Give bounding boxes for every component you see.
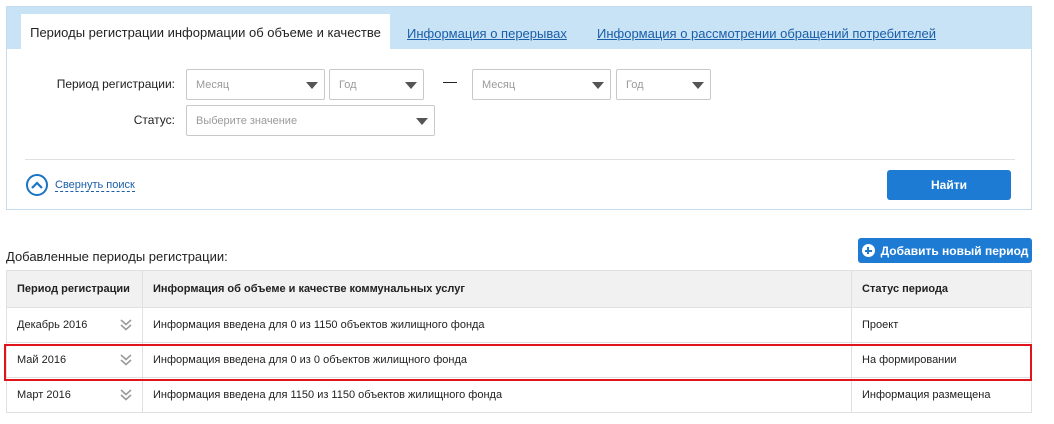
year-to-placeholder: Год xyxy=(626,78,644,91)
status-label: Статус: xyxy=(133,113,175,127)
table-row[interactable]: Май 2016 Информация введена для 0 из 0 о… xyxy=(7,342,1031,377)
year-from-placeholder: Год xyxy=(339,78,357,91)
row-status: Информация размещена xyxy=(851,378,1031,412)
chevron-down-icon xyxy=(692,82,704,89)
month-from-select[interactable]: Месяц xyxy=(186,69,325,100)
chevron-down-icon xyxy=(592,82,604,89)
row-info: Информация введена для 0 из 0 объектов ж… xyxy=(142,343,851,377)
double-chevron-down-icon[interactable] xyxy=(119,388,133,402)
periods-table: Период регистрации Информация об объеме … xyxy=(6,270,1032,413)
chevron-up-icon[interactable] xyxy=(26,174,48,196)
header-period: Период регистрации xyxy=(17,283,130,295)
status-select[interactable]: Выберите значение xyxy=(186,105,435,136)
status-placeholder: Выберите значение xyxy=(196,114,298,127)
year-to-select[interactable]: Год xyxy=(616,69,711,100)
header-status: Статус периода xyxy=(851,271,1031,307)
range-dash xyxy=(443,82,457,83)
period-label: Период регистрации: xyxy=(56,77,175,91)
row-info: Информация введена для 1150 из 1150 объе… xyxy=(142,378,851,412)
tab-interruptions[interactable]: Информация о перерывах xyxy=(407,26,567,41)
table-row[interactable]: Март 2016 Информация введена для 1150 из… xyxy=(7,377,1031,412)
row-status: Проект xyxy=(851,308,1031,342)
table-header: Период регистрации Информация об объеме … xyxy=(7,271,1031,307)
add-period-button[interactable]: Добавить новый период xyxy=(858,238,1032,263)
search-panel: Периоды регистрации информации об объеме… xyxy=(6,6,1032,210)
tab-consumer-appeals[interactable]: Информация о рассмотрении обращений потр… xyxy=(597,26,936,41)
tab-bar: Периоды регистрации информации об объеме… xyxy=(7,7,1031,50)
double-chevron-down-icon[interactable] xyxy=(119,318,133,332)
plus-icon xyxy=(861,244,875,257)
month-to-select[interactable]: Месяц xyxy=(472,69,611,100)
divider xyxy=(25,159,1015,160)
collapse-search-link[interactable]: Свернуть поиск xyxy=(55,179,135,192)
double-chevron-down-icon[interactable] xyxy=(119,353,133,367)
chevron-down-icon xyxy=(405,82,417,89)
month-to-placeholder: Месяц xyxy=(482,78,516,91)
find-button[interactable]: Найти xyxy=(887,170,1011,200)
tab-registration-periods[interactable]: Периоды регистрации информации об объеме… xyxy=(21,14,390,50)
row-status: На формировании xyxy=(851,343,1031,377)
header-info: Информация об объеме и качестве коммунал… xyxy=(142,271,851,307)
table-row[interactable]: Декабрь 2016 Информация введена для 0 из… xyxy=(7,307,1031,342)
row-info: Информация введена для 0 из 1150 объекто… xyxy=(142,308,851,342)
add-period-label: Добавить новый период xyxy=(880,243,1029,258)
month-from-placeholder: Месяц xyxy=(196,78,230,91)
year-from-select[interactable]: Год xyxy=(329,69,424,100)
section-title: Добавленные периоды регистрации: xyxy=(6,249,228,264)
chevron-down-icon xyxy=(306,82,318,89)
chevron-down-icon xyxy=(416,118,428,125)
